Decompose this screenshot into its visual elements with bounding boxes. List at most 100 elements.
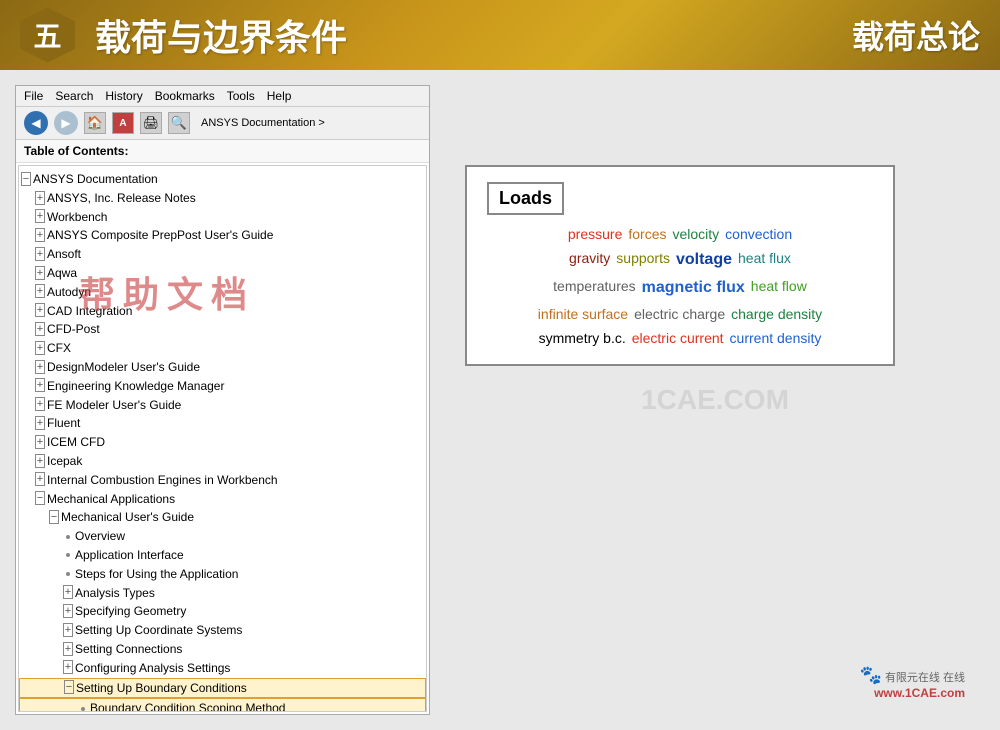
loads-word: current density (730, 327, 822, 349)
tree-toggle-icon[interactable]: + (33, 378, 47, 393)
loads-word-line: gravitysupportsvoltageheat flux (487, 247, 873, 273)
forward-button[interactable]: ▶ (54, 111, 78, 135)
tree-toggle-icon[interactable]: + (61, 660, 75, 675)
tree-item[interactable]: Overview (19, 527, 426, 546)
loads-header: Loads (487, 182, 873, 215)
tree-toggle-icon[interactable]: + (33, 341, 47, 356)
tree-item[interactable]: +Engineering Knowledge Manager (19, 377, 426, 396)
tree-item[interactable]: +CAD Integration (19, 302, 426, 321)
loads-word: charge density (731, 303, 822, 325)
back-button[interactable]: ◀ (24, 111, 48, 135)
leaf-indicator (66, 553, 70, 557)
tree-label: CFX (47, 340, 426, 357)
tree-label: CFD-Post (47, 321, 426, 338)
tree-toggle-icon[interactable] (76, 702, 90, 712)
tree-toggle-icon[interactable]: − (19, 172, 33, 187)
tree-item[interactable]: +Ansoft (19, 245, 426, 264)
tree-toggle-icon[interactable]: − (33, 491, 47, 506)
menu-tools[interactable]: Tools (227, 89, 255, 103)
tree-item[interactable]: +ICEM CFD (19, 433, 426, 452)
tree-item[interactable]: −Setting Up Boundary Conditions (19, 678, 426, 699)
loads-word-line: symmetry b.c.electric currentcurrent den… (487, 327, 873, 349)
tree-item[interactable]: +Autodyn (19, 283, 426, 302)
home-icon[interactable]: 🏠 (84, 112, 106, 134)
tree-toggle-icon[interactable]: + (33, 247, 47, 262)
tree-toggle-icon[interactable]: + (33, 303, 47, 318)
loads-word: velocity (672, 223, 719, 245)
tree-toggle-icon[interactable]: + (33, 454, 47, 469)
tree-item[interactable]: +ANSYS Composite PrepPost User's Guide (19, 226, 426, 245)
tree-item[interactable]: +Icepak (19, 452, 426, 471)
tree-item[interactable]: +Analysis Types (19, 584, 426, 603)
tree-label: CAD Integration (47, 303, 426, 320)
tree-toggle-icon[interactable]: + (61, 623, 75, 638)
leaf-indicator (66, 535, 70, 539)
tree-item[interactable]: +Specifying Geometry (19, 602, 426, 621)
loads-word-line: temperaturesmagnetic fluxheat flow (487, 275, 873, 301)
tree-item[interactable]: +Setting Up Coordinate Systems (19, 621, 426, 640)
tree-toggle-icon[interactable] (61, 567, 75, 581)
menu-history[interactable]: History (105, 89, 142, 103)
tree-label: Overview (75, 528, 426, 545)
tree-toggle-icon[interactable]: + (61, 604, 75, 619)
menu-search[interactable]: Search (55, 89, 93, 103)
tree-toggle-icon[interactable]: + (33, 284, 47, 299)
tree-label: ANSYS, Inc. Release Notes (47, 190, 426, 207)
loads-word: pressure (568, 223, 622, 245)
tree-toggle-icon[interactable]: + (33, 472, 47, 487)
tree-item[interactable]: +Fluent (19, 414, 426, 433)
print-icon[interactable]: 🖨 (140, 112, 162, 134)
tree-toggle-icon[interactable]: + (33, 266, 47, 281)
loads-word: supports (616, 247, 670, 273)
tree-label: Internal Combustion Engines in Workbench (47, 472, 426, 489)
loads-words: pressureforcesvelocityconvectiongravitys… (487, 223, 873, 349)
tree-toggle-icon[interactable]: + (61, 642, 75, 657)
tree-toggle-icon[interactable]: − (47, 510, 61, 525)
tree-toggle-icon[interactable]: + (33, 228, 47, 243)
tree-toggle-icon[interactable]: + (33, 360, 47, 375)
tree-toggle-icon[interactable]: + (61, 585, 75, 600)
tree-item[interactable]: +ANSYS, Inc. Release Notes (19, 189, 426, 208)
tree-item[interactable]: +DesignModeler User's Guide (19, 358, 426, 377)
header-title: 载荷与边界条件 (95, 9, 832, 61)
tree-item[interactable]: Steps for Using the Application (19, 565, 426, 584)
tree-label: Engineering Knowledge Manager (47, 378, 426, 395)
main-content: File Search History Bookmarks Tools Help… (0, 70, 1000, 730)
tree-item[interactable]: +CFD-Post (19, 320, 426, 339)
tree-item[interactable]: −ANSYS Documentation (19, 170, 426, 189)
tree-item[interactable]: +Internal Combustion Engines in Workbenc… (19, 471, 426, 490)
menu-bookmarks[interactable]: Bookmarks (155, 89, 215, 103)
tree-label: Mechanical Applications (47, 491, 426, 508)
tree-toggle-icon[interactable] (61, 548, 75, 562)
header-subtitle: 载荷总论 (852, 12, 980, 58)
tree-toggle-icon[interactable]: + (33, 416, 47, 431)
tree-toggle-icon[interactable]: + (33, 209, 47, 224)
tree-item[interactable]: +CFX (19, 339, 426, 358)
tree-item[interactable]: −Mechanical User's Guide (19, 508, 426, 527)
tree-container[interactable]: 帮助文档 −ANSYS Documentation+ANSYS, Inc. Re… (18, 165, 427, 712)
loads-word: convection (725, 223, 792, 245)
tree-toggle-icon[interactable]: + (33, 322, 47, 337)
tree-item[interactable]: +Aqwa (19, 264, 426, 283)
tree-toggle-icon[interactable]: − (62, 680, 76, 695)
tree-toggle-icon[interactable]: + (33, 435, 47, 450)
tree-item[interactable]: −Mechanical Applications (19, 490, 426, 509)
tree-toggle-icon[interactable]: + (33, 191, 47, 206)
loads-word: gravity (569, 247, 610, 273)
tree-item[interactable]: +Workbench (19, 208, 426, 227)
tree-label: Setting Connections (75, 641, 426, 658)
tree-item[interactable]: +Configuring Analysis Settings (19, 659, 426, 678)
loads-word: electric current (632, 327, 724, 349)
loads-word: magnetic flux (642, 275, 745, 301)
menu-file[interactable]: File (24, 89, 43, 103)
tree-item[interactable]: +Setting Connections (19, 640, 426, 659)
tree-item[interactable]: Boundary Condition Scoping Method (19, 698, 426, 712)
search-icon[interactable]: 🔍 (168, 112, 190, 134)
logo-icon[interactable]: A (112, 112, 134, 134)
tree-item[interactable]: +FE Modeler User's Guide (19, 396, 426, 415)
menu-help[interactable]: Help (267, 89, 292, 103)
loads-word: electric charge (634, 303, 725, 325)
tree-toggle-icon[interactable] (61, 530, 75, 544)
tree-item[interactable]: Application Interface (19, 546, 426, 565)
tree-toggle-icon[interactable]: + (33, 397, 47, 412)
